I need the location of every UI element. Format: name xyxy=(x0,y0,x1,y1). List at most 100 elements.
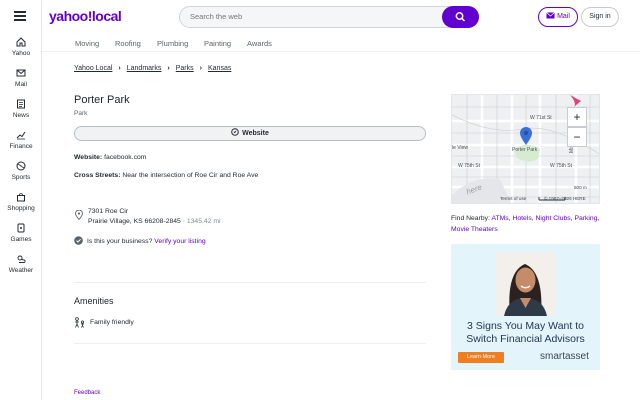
category-link-plumbing[interactable]: Plumbing xyxy=(157,39,188,48)
shopping-icon xyxy=(17,193,25,202)
ad-photo xyxy=(496,252,555,316)
address: 7301 Roe Cir Prairie Village, KS 66208-2… xyxy=(88,208,221,225)
cross-streets-value: Near the intersection of Roe Cir and Roe… xyxy=(122,172,259,179)
family-icon xyxy=(75,317,85,328)
find-nearby-label: Find Nearby: xyxy=(451,215,490,222)
nearby-link-movie-theaters[interactable]: Movie Theaters xyxy=(451,226,498,233)
map-terms-link[interactable]: Terms of use xyxy=(500,196,526,201)
website-value[interactable]: facebook.com xyxy=(104,154,146,161)
chevron-right-icon: › xyxy=(167,65,170,72)
check-circle-icon xyxy=(74,236,83,245)
category-link-awards[interactable]: Awards xyxy=(247,39,272,48)
verify-listing-link[interactable]: Verify your listing xyxy=(154,238,205,245)
category-link-painting[interactable]: Painting xyxy=(204,39,231,48)
zoom-in-button[interactable]: + xyxy=(567,107,587,127)
menu-icon[interactable] xyxy=(14,11,26,21)
category-link-moving[interactable]: Moving xyxy=(75,39,99,48)
website-label: Website: xyxy=(74,154,103,161)
sidebar-item-label: Shopping xyxy=(7,205,35,212)
breadcrumb-link[interactable]: Parks xyxy=(176,65,194,72)
nearby-link-parking[interactable]: Parking xyxy=(574,215,597,222)
business-question: Is this your business? xyxy=(87,238,153,245)
divider xyxy=(74,343,426,344)
sidebar-item-label: Weather xyxy=(8,267,34,274)
find-nearby: Find Nearby: ATMs, Hotels, Night Clubs, … xyxy=(451,215,600,233)
sidebar: Yahoo Mail News Finance Sports Shopping … xyxy=(0,0,42,400)
map[interactable]: W 71st St W 75th St W 75th St Porter Par… xyxy=(451,94,600,204)
nearby-link-hotels[interactable]: Hotels xyxy=(512,215,531,222)
map-scale: 500 m xyxy=(574,185,587,190)
smartasset-logo: smartasset xyxy=(540,351,589,362)
search-button[interactable] xyxy=(442,6,479,28)
amenities-title: Amenities xyxy=(74,296,114,306)
map-copyright: © 1987–2026 HERE xyxy=(544,196,586,201)
cross-streets-field: Cross Streets: Near the intersection of … xyxy=(74,172,258,179)
sidebar-item-mail[interactable]: Mail xyxy=(0,68,42,88)
feedback-link[interactable]: Feedback xyxy=(74,390,100,396)
nearby-link-atms[interactable]: ATMs xyxy=(491,215,508,222)
weather-icon xyxy=(17,255,26,263)
search-input[interactable] xyxy=(190,12,430,21)
zoom-out-button[interactable]: − xyxy=(567,127,587,147)
sidebar-item-label: Yahoo xyxy=(11,50,31,57)
website-field: Website: facebook.com xyxy=(74,154,146,161)
sidebar-item-shopping[interactable]: Shopping xyxy=(0,192,42,212)
address-line1: 7301 Roe Cir xyxy=(88,208,129,215)
amenity-item: Family friendly xyxy=(90,319,134,326)
chevron-right-icon: › xyxy=(199,65,202,72)
website-button-label: Website xyxy=(242,130,269,137)
sidebar-item-weather[interactable]: Weather xyxy=(0,254,42,274)
breadcrumb-link[interactable]: Landmarks xyxy=(127,65,162,72)
news-icon xyxy=(17,99,25,109)
address-line2: Prairie Village, KS 66208-2845 xyxy=(88,218,181,225)
sidebar-item-yahoo[interactable]: Yahoo xyxy=(0,37,42,57)
location-pin-icon xyxy=(75,210,83,220)
map-label: le View xyxy=(452,145,469,151)
sidebar-item-label: Finance xyxy=(9,143,33,150)
map-label: W 75th St xyxy=(458,163,480,169)
category-link-roofing[interactable]: Roofing xyxy=(115,39,141,48)
sidebar-item-label: Mail xyxy=(15,81,27,88)
website-button[interactable]: Website xyxy=(74,126,426,141)
map-label: W 75th St xyxy=(550,163,572,169)
breadcrumb: Yahoo Local › Landmarks › Parks › Kansas xyxy=(74,65,231,72)
mail-button-label: Mail xyxy=(557,13,570,20)
map-marker-icon xyxy=(520,127,532,145)
finance-icon xyxy=(16,131,26,140)
sidebar-item-label: Sports xyxy=(11,174,31,181)
sign-in-button[interactable]: Sign in xyxy=(581,7,619,27)
map-label: Porter Park xyxy=(512,147,538,153)
sidebar-item-label: News xyxy=(12,112,30,119)
chevron-right-icon: › xyxy=(118,65,121,72)
cross-streets-label: Cross Streets: xyxy=(74,172,121,179)
breadcrumb-link[interactable]: Yahoo Local xyxy=(74,65,112,72)
sidebar-item-news[interactable]: News xyxy=(0,99,42,119)
distance: 1345.42 mi xyxy=(186,218,221,225)
sports-icon xyxy=(16,161,26,171)
home-icon xyxy=(16,37,26,47)
ad-headline-line2: Switch Financial Advisors xyxy=(466,333,585,345)
ad-learn-more-button[interactable]: Learn More xyxy=(458,352,504,363)
search-icon xyxy=(455,12,466,22)
compass-icon xyxy=(231,128,239,136)
top-bar: yahoo!local Mail Sign in xyxy=(42,0,640,36)
place-category: Park xyxy=(74,110,88,117)
page-title: Porter Park xyxy=(74,94,130,106)
advertisement[interactable]: 3 Signs You May Want to Switch Financial… xyxy=(451,244,600,370)
mail-icon xyxy=(546,12,555,19)
sidebar-item-label: Games xyxy=(10,236,32,243)
sidebar-item-games[interactable]: Games xyxy=(0,223,42,243)
yahoo-local-logo[interactable]: yahoo!local xyxy=(49,8,122,24)
sidebar-item-finance[interactable]: Finance xyxy=(0,130,42,150)
divider xyxy=(74,282,426,283)
search-box xyxy=(179,6,479,28)
claim-business: Is this your business? Verify your listi… xyxy=(74,236,206,245)
breadcrumb-link[interactable]: Kansas xyxy=(208,65,231,72)
ad-headline: 3 Signs You May Want to Switch Financial… xyxy=(451,320,600,346)
sidebar-item-sports[interactable]: Sports xyxy=(0,161,42,181)
games-icon xyxy=(17,223,25,233)
ad-headline-line1: 3 Signs You May Want to xyxy=(467,320,584,332)
nearby-link-night-clubs[interactable]: Night Clubs xyxy=(536,215,571,222)
mail-icon xyxy=(16,69,26,77)
mail-button[interactable]: Mail xyxy=(538,7,578,27)
